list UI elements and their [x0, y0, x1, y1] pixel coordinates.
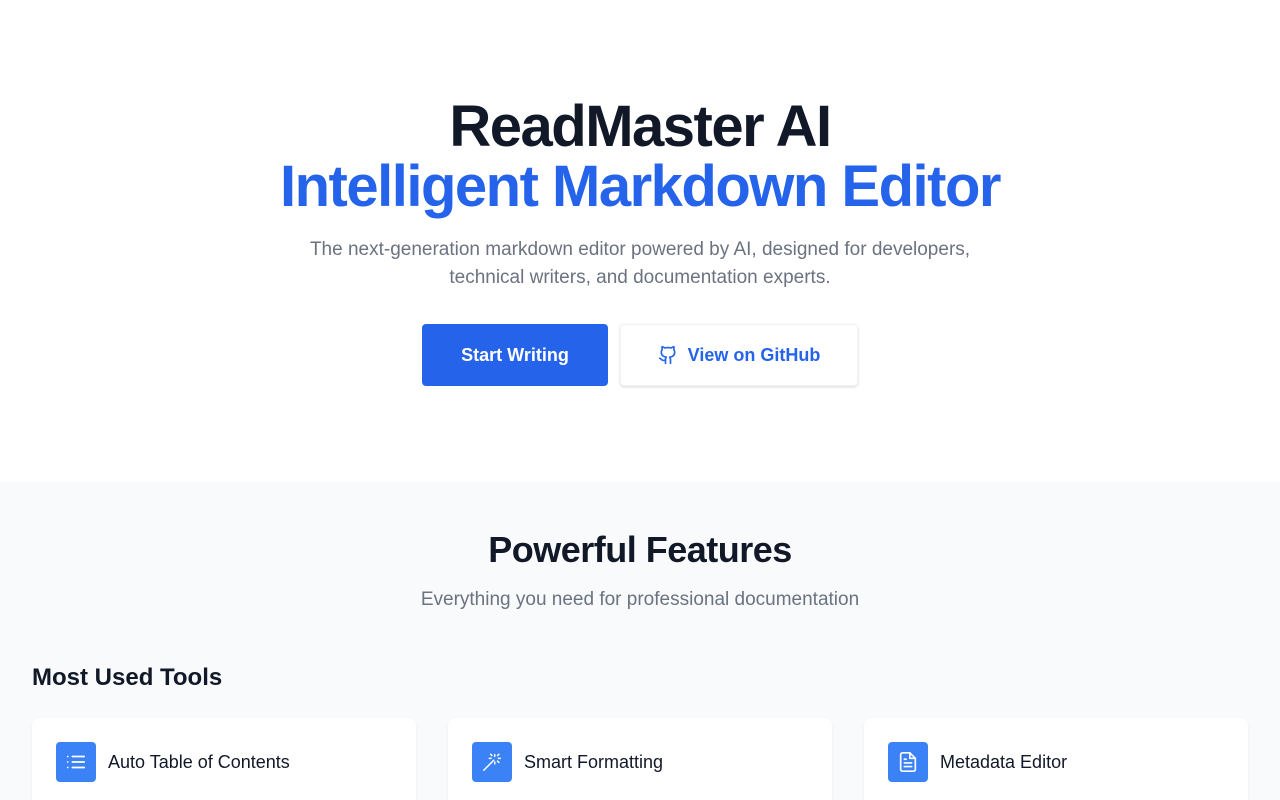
features-description: Everything you need for professional doc… — [420, 589, 860, 610]
view-on-github-label: View on GitHub — [687, 344, 821, 365]
document-icon — [888, 742, 928, 782]
magic-wand-icon — [472, 742, 512, 782]
tool-card-auto-toc[interactable]: Auto Table of Contents — [32, 718, 416, 800]
most-used-tools-heading: Most Used Tools — [32, 664, 223, 691]
github-icon — [658, 345, 678, 365]
tool-card-smart-formatting[interactable]: Smart Formatting — [448, 718, 832, 800]
start-writing-button[interactable]: Start Writing — [422, 324, 608, 386]
start-writing-label: Start Writing — [461, 344, 569, 365]
tool-card-title: Smart Formatting — [524, 752, 664, 772]
hero-section: ReadMaster AI Intelligent Markdown Edito… — [0, 0, 1280, 482]
list-icon — [56, 742, 96, 782]
hero-button-group: Start Writing View on GitHub — [0, 324, 1280, 386]
hero-title: ReadMaster AI — [449, 94, 832, 159]
features-section: Powerful Features Everything you need fo… — [0, 482, 1280, 800]
view-on-github-button[interactable]: View on GitHub — [620, 324, 858, 386]
hero-description: The next-generation markdown editor powe… — [309, 239, 971, 288]
tool-card-title: Metadata Editor — [940, 752, 1068, 772]
features-title: Powerful Features — [488, 529, 792, 570]
hero-subtitle: Intelligent Markdown Editor — [280, 154, 1001, 219]
tool-cards: Auto Table of Contents Smart Formatting — [32, 718, 1248, 800]
tool-card-metadata-editor[interactable]: Metadata Editor — [864, 718, 1248, 800]
tool-card-title: Auto Table of Contents — [108, 752, 290, 772]
